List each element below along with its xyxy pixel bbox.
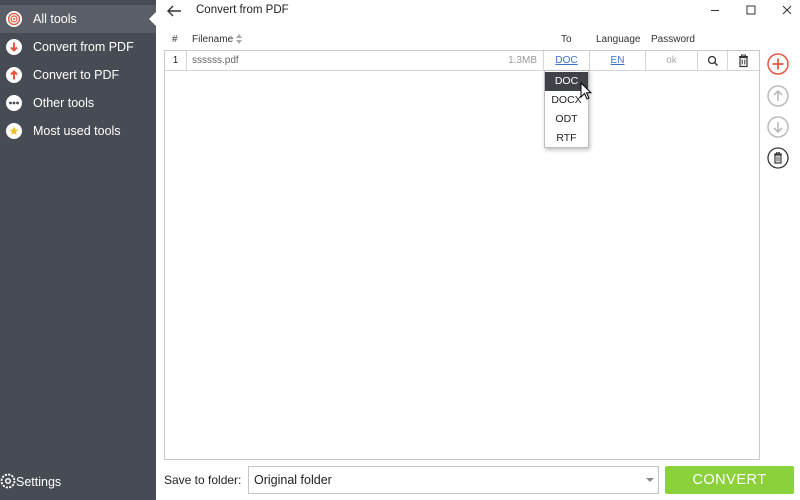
format-link[interactable]: DOC bbox=[555, 55, 577, 66]
search-icon bbox=[707, 55, 719, 67]
row-format-cell[interactable]: DOC bbox=[544, 51, 590, 71]
maximize-button[interactable] bbox=[734, 0, 768, 22]
sidebar-item-label: All tools bbox=[33, 12, 77, 26]
arrow-up-circle-icon bbox=[6, 67, 22, 83]
language-link[interactable]: EN bbox=[611, 55, 625, 66]
sidebar-item-convert-from-pdf[interactable]: Convert from PDF bbox=[0, 33, 156, 61]
minimize-button[interactable] bbox=[698, 0, 732, 22]
sidebar-item-label: Convert to PDF bbox=[33, 68, 120, 82]
format-option-rtf[interactable]: RTF bbox=[545, 129, 588, 148]
sidebar-item-convert-to-pdf[interactable]: Convert to PDF bbox=[0, 61, 156, 89]
filename-text: ssssss.pdf bbox=[192, 55, 239, 66]
move-down-button[interactable] bbox=[767, 116, 789, 138]
file-size: 1.3MB bbox=[508, 55, 537, 66]
chevron-down-icon bbox=[646, 478, 654, 482]
back-arrow-icon[interactable] bbox=[164, 2, 184, 20]
plus-circle-icon bbox=[767, 53, 789, 75]
header-language: Language bbox=[596, 34, 641, 45]
mouse-cursor-icon bbox=[580, 82, 593, 100]
sidebar-item-label: Convert from PDF bbox=[33, 40, 134, 54]
format-option-odt[interactable]: ODT bbox=[545, 110, 588, 129]
save-folder-select[interactable]: Original folder bbox=[248, 466, 659, 494]
row-password-cell: ok bbox=[646, 51, 698, 71]
close-button[interactable] bbox=[770, 0, 800, 22]
password-status: ok bbox=[666, 55, 677, 66]
star-circle-icon bbox=[6, 123, 22, 139]
all-tools-icon bbox=[6, 11, 22, 27]
move-up-button[interactable] bbox=[767, 85, 789, 107]
sidebar-item-label: Most used tools bbox=[33, 124, 121, 138]
sidebar-item-most-used-tools[interactable]: Most used tools bbox=[0, 117, 156, 145]
trash-circle-icon bbox=[767, 147, 789, 169]
gear-icon bbox=[0, 473, 16, 492]
sidebar-item-label: Other tools bbox=[33, 96, 95, 110]
title-bar: Convert from PDF bbox=[156, 0, 800, 22]
folder-value: Original folder bbox=[254, 473, 332, 487]
arrow-up-circle-icon bbox=[767, 85, 789, 107]
active-pointer bbox=[149, 12, 156, 26]
header-password: Password bbox=[651, 34, 695, 45]
arrow-down-circle-icon bbox=[767, 116, 789, 138]
sidebar-item-all-tools[interactable]: All tools bbox=[0, 5, 156, 33]
save-to-folder-label: Save to folder: bbox=[164, 473, 242, 487]
sidebar-item-other-tools[interactable]: Other tools bbox=[0, 89, 156, 117]
row-index: 1 bbox=[165, 51, 187, 71]
delete-row-button[interactable] bbox=[728, 51, 759, 71]
sidebar-item-settings[interactable]: Settings bbox=[0, 468, 156, 496]
sidebar: All tools Convert from PDF Convert to PD… bbox=[0, 0, 156, 500]
header-filename[interactable]: Filename bbox=[192, 34, 233, 45]
file-table: 1 ssssss.pdf 1.3MB DOC EN ok bbox=[164, 50, 760, 460]
settings-label: Settings bbox=[16, 475, 62, 489]
trash-icon bbox=[739, 54, 748, 68]
add-file-button[interactable] bbox=[767, 53, 789, 75]
remove-all-button[interactable] bbox=[767, 147, 789, 169]
sort-icon[interactable] bbox=[235, 33, 243, 48]
row-filename: ssssss.pdf 1.3MB bbox=[187, 51, 544, 71]
header-index: # bbox=[172, 34, 178, 45]
row-language-cell[interactable]: EN bbox=[590, 51, 646, 71]
preview-button[interactable] bbox=[698, 51, 728, 71]
table-header: # Filename To Language Password bbox=[164, 32, 760, 48]
table-row[interactable]: 1 ssssss.pdf 1.3MB DOC EN ok bbox=[165, 51, 759, 71]
arrow-down-circle-icon bbox=[6, 39, 22, 55]
convert-button[interactable]: CONVERT bbox=[665, 466, 794, 494]
header-to: To bbox=[561, 34, 572, 45]
ellipsis-circle-icon bbox=[6, 95, 22, 111]
window-title: Convert from PDF bbox=[196, 4, 289, 16]
